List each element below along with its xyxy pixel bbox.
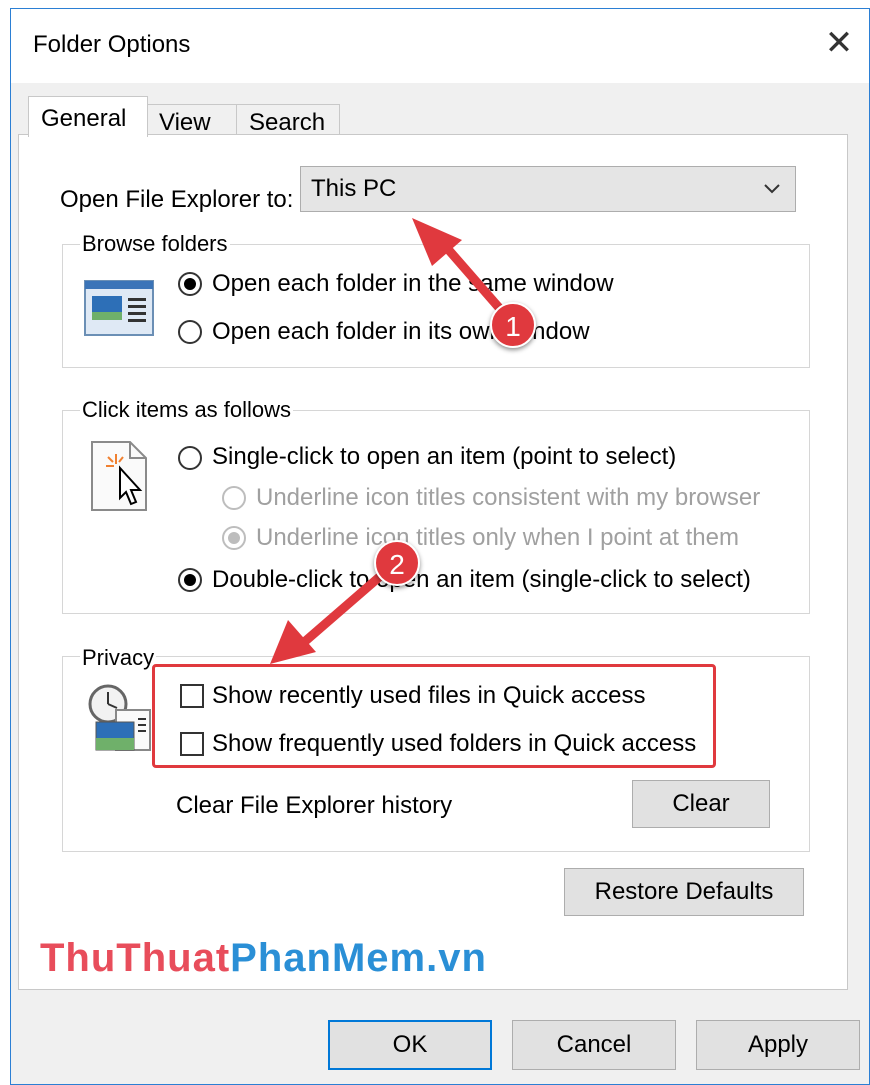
option-single-click[interactable]: Single-click to open an item (point to s…	[212, 443, 676, 471]
open-explorer-select[interactable]: This PC	[300, 166, 796, 212]
chevron-down-icon	[764, 184, 780, 194]
option-same-window[interactable]: Open each folder in the same window	[212, 270, 614, 298]
window-icon	[84, 280, 154, 336]
recent-files-icon	[88, 684, 151, 751]
highlight-box	[152, 664, 716, 768]
ok-button[interactable]: OK	[328, 1020, 492, 1070]
tab-general[interactable]: General	[28, 96, 148, 137]
window-title: Folder Options	[33, 31, 191, 58]
option-double-click[interactable]: Double-click to open an item (single-cli…	[212, 566, 751, 594]
annotation-badge-1: 1	[490, 302, 536, 348]
title-bar: Folder Options ✕	[11, 9, 869, 83]
apply-button[interactable]: Apply	[696, 1020, 860, 1070]
restore-defaults-button[interactable]: Restore Defaults	[564, 868, 804, 916]
radio-own-window[interactable]	[178, 320, 202, 344]
annotation-badge-2: 2	[374, 540, 420, 586]
tab-search[interactable]: Search	[236, 104, 340, 138]
radio-underline-point[interactable]	[222, 526, 246, 550]
option-underline-point[interactable]: Underline icon titles only when I point …	[256, 524, 739, 552]
radio-underline-browser[interactable]	[222, 486, 246, 510]
cursor-click-icon	[91, 441, 147, 511]
clear-history-label: Clear File Explorer history	[176, 792, 453, 819]
open-explorer-label: Open File Explorer to:	[60, 186, 294, 213]
click-items-title: Click items as follows	[80, 397, 294, 423]
privacy-title: Privacy	[80, 645, 157, 671]
cancel-button[interactable]: Cancel	[512, 1020, 676, 1070]
browse-folders-group	[62, 244, 810, 368]
radio-single-click[interactable]	[178, 446, 202, 470]
close-icon[interactable]: ✕	[815, 19, 863, 67]
radio-same-window[interactable]	[178, 272, 202, 296]
option-underline-browser[interactable]: Underline icon titles consistent with my…	[256, 484, 760, 512]
watermark: ThuThuatPhanMem.vn	[40, 936, 487, 980]
radio-double-click[interactable]	[178, 568, 202, 592]
browse-folders-title: Browse folders	[80, 231, 230, 257]
tab-view[interactable]: View	[146, 104, 238, 138]
clear-button[interactable]: Clear	[632, 780, 770, 828]
open-explorer-value: This PC	[311, 175, 397, 202]
